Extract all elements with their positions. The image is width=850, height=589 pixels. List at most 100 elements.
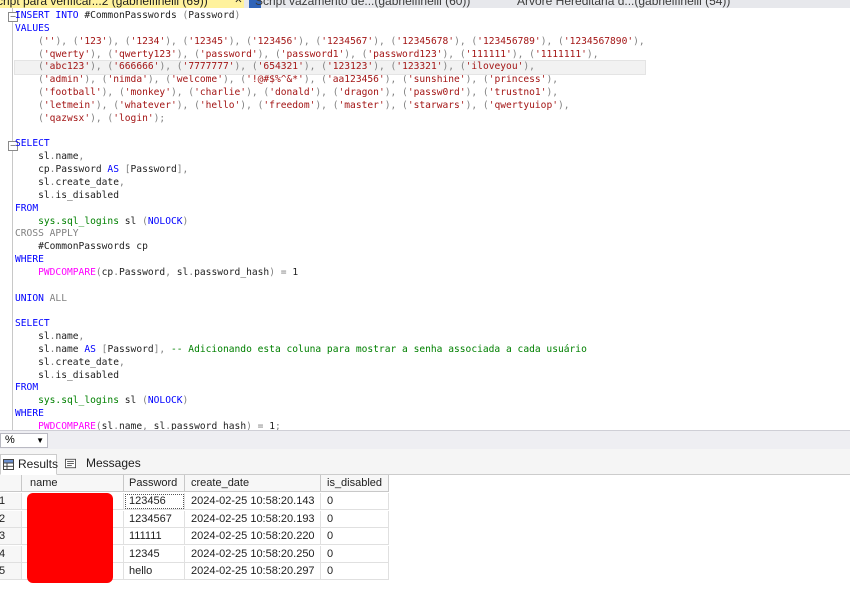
code-token: FROM bbox=[15, 202, 39, 214]
code-token: password_hash bbox=[194, 266, 270, 278]
code-token: ), ( bbox=[165, 35, 189, 47]
cell-is-disabled[interactable]: 0 bbox=[321, 563, 389, 581]
code-line[interactable]: sys.sql_logins sl (NOLOCK) bbox=[15, 395, 645, 408]
code-token: 'qazwsx' bbox=[43, 112, 91, 124]
code-line[interactable]: ('abc123'), ('666666'), ('7777777'), ('6… bbox=[14, 60, 646, 76]
code-line[interactable]: ('football'), ('monkey'), ('charlie'), (… bbox=[15, 87, 645, 100]
code-token: 'password' bbox=[199, 48, 258, 60]
code-token: NOLOCK bbox=[147, 395, 183, 407]
tab-messages[interactable]: Messages bbox=[62, 454, 141, 473]
column-header-create-date[interactable]: create_date bbox=[185, 475, 321, 492]
code-token: 'whatever' bbox=[118, 99, 177, 111]
code-token: 'sunshine' bbox=[407, 74, 466, 86]
code-line[interactable]: WHERE bbox=[15, 254, 645, 267]
cell-create-date[interactable]: 2024-02-25 10:58:20.193 bbox=[185, 510, 321, 528]
results-grid[interactable]: name Password create_date is_disabled 11… bbox=[0, 475, 850, 589]
tab-active-query[interactable]: cript para verificar...2 (gabrielfinelli… bbox=[0, 0, 244, 8]
code-token: 'qwerty123' bbox=[113, 48, 177, 60]
code-line[interactable]: (''), ('123'), ('1234'), ('12345'), ('12… bbox=[15, 36, 645, 49]
code-token: 'passw0rd' bbox=[407, 87, 466, 99]
cell-password[interactable]: hello bbox=[124, 563, 185, 581]
code-token: '12345' bbox=[188, 35, 229, 47]
code-line[interactable]: ('qazwsx'), ('login'); bbox=[15, 113, 645, 126]
redaction-overlay bbox=[27, 493, 113, 583]
row-number[interactable]: 5 bbox=[0, 563, 22, 581]
cell-password[interactable]: 1234567 bbox=[124, 510, 185, 528]
cell-is-disabled[interactable]: 0 bbox=[321, 545, 389, 563]
cell-create-date[interactable]: 2024-02-25 10:58:20.220 bbox=[185, 528, 321, 546]
code-line[interactable] bbox=[15, 305, 645, 318]
code-line[interactable]: #CommonPasswords cp bbox=[15, 241, 645, 254]
code-line[interactable]: sl.is_disabled bbox=[15, 190, 645, 203]
code-line[interactable] bbox=[15, 280, 645, 293]
close-icon[interactable]: ✕ bbox=[233, 0, 244, 8]
code-line[interactable]: ('admin'), ('nimda'), ('welcome'), ('!@#… bbox=[15, 74, 645, 87]
code-token: ), ( bbox=[95, 99, 119, 111]
cell-password[interactable]: 123456 bbox=[124, 493, 185, 510]
code-line[interactable]: sl.name, bbox=[15, 331, 645, 344]
tab-script-vazamento[interactable]: Script vazamento de...(gabrielfinelli (6… bbox=[255, 0, 470, 8]
code-line[interactable]: INSERT INTO #CommonPasswords (Password) bbox=[15, 10, 645, 23]
cell-create-date[interactable]: 2024-02-25 10:58:20.297 bbox=[185, 563, 321, 581]
code-line[interactable]: SELECT bbox=[15, 138, 645, 151]
code-line[interactable]: SELECT bbox=[15, 318, 645, 331]
cell-create-date[interactable]: 2024-02-25 10:58:20.250 bbox=[185, 545, 321, 563]
cell-password[interactable]: 12345 bbox=[124, 545, 185, 563]
code-line[interactable]: cp.Password AS [Password], bbox=[15, 164, 645, 177]
code-line[interactable]: sl.create_date, bbox=[15, 177, 645, 190]
code-token: ALL bbox=[49, 292, 67, 304]
zoom-dropdown[interactable]: % ▼ bbox=[0, 433, 48, 448]
code-token: , bbox=[118, 356, 125, 368]
code-token: ), ( bbox=[465, 99, 489, 111]
code-token: , bbox=[78, 151, 85, 163]
cell-is-disabled[interactable]: 0 bbox=[321, 510, 389, 528]
column-header-is-disabled[interactable]: is_disabled bbox=[321, 475, 389, 492]
code-line[interactable]: sl.create_date, bbox=[15, 357, 645, 370]
code-token: '654321' bbox=[257, 61, 304, 73]
code-token: ) bbox=[182, 395, 189, 407]
code-token: ), ( bbox=[234, 61, 258, 73]
cell-is-disabled[interactable]: 0 bbox=[321, 493, 389, 510]
cell-password[interactable]: 111111 bbox=[124, 528, 185, 546]
code-line[interactable]: ('qwerty'), ('qwerty123'), ('password'),… bbox=[15, 49, 645, 62]
code-line[interactable]: sl.name AS [Password], -- Adicionando es… bbox=[15, 344, 645, 357]
code-line[interactable]: sl.name, bbox=[15, 151, 645, 164]
row-number[interactable]: 1 bbox=[0, 493, 22, 510]
code-token: ], bbox=[153, 343, 171, 355]
code-token: sl bbox=[118, 215, 143, 227]
code-line[interactable]: FROM bbox=[15, 382, 645, 395]
cell-is-disabled[interactable]: 0 bbox=[321, 528, 389, 546]
sql-code[interactable]: INSERT INTO #CommonPasswords (Password) V… bbox=[14, 10, 646, 430]
code-line[interactable]: PWDCOMPARE(sl.name, sl.password_hash) = … bbox=[15, 421, 645, 430]
code-token: Password bbox=[119, 266, 166, 278]
column-header-name[interactable]: name bbox=[22, 475, 124, 492]
code-line[interactable]: WHERE bbox=[15, 408, 645, 421]
code-line[interactable]: PWDCOMPARE(cp.Password, sl.password_hash… bbox=[15, 267, 645, 280]
code-token: WHERE bbox=[15, 254, 44, 266]
code-token: SELECT bbox=[15, 318, 50, 330]
code-line[interactable]: FROM bbox=[15, 203, 645, 216]
code-token: sl bbox=[15, 176, 50, 188]
code-token: '12345678' bbox=[396, 35, 455, 47]
code-token: 'nimda' bbox=[107, 74, 148, 86]
row-number[interactable]: 3 bbox=[0, 528, 22, 546]
code-line[interactable]: CROSS APPLY bbox=[15, 228, 645, 241]
cell-create-date[interactable]: 2024-02-25 10:58:20.143 bbox=[185, 493, 321, 510]
code-line[interactable]: VALUES bbox=[15, 23, 645, 36]
code-line[interactable]: ('letmein'), ('whatever'), ('hello'), ('… bbox=[15, 100, 645, 113]
sql-editor[interactable]: − − INSERT INTO #CommonPasswords (Passwor… bbox=[0, 8, 850, 430]
code-line[interactable] bbox=[15, 126, 645, 139]
code-token: sl bbox=[153, 421, 166, 430]
tab-results[interactable]: Results bbox=[0, 454, 58, 475]
code-line[interactable]: sys.sql_logins sl (NOLOCK) bbox=[15, 216, 645, 229]
code-token: #CommonPasswords bbox=[84, 10, 183, 21]
code-line[interactable]: sl.is_disabled bbox=[15, 370, 645, 383]
code-token: ), ( bbox=[384, 74, 408, 86]
column-header-password[interactable]: Password bbox=[124, 475, 185, 492]
code-token: cp bbox=[15, 164, 50, 176]
row-number[interactable]: 2 bbox=[0, 510, 22, 528]
row-number[interactable]: 4 bbox=[0, 545, 22, 563]
grid-corner[interactable] bbox=[0, 475, 22, 492]
tab-arvore-hereditaria[interactable]: Árvore Hereditária d...(gabrielfinelli (… bbox=[517, 0, 730, 8]
code-line[interactable]: UNION ALL bbox=[15, 293, 645, 306]
